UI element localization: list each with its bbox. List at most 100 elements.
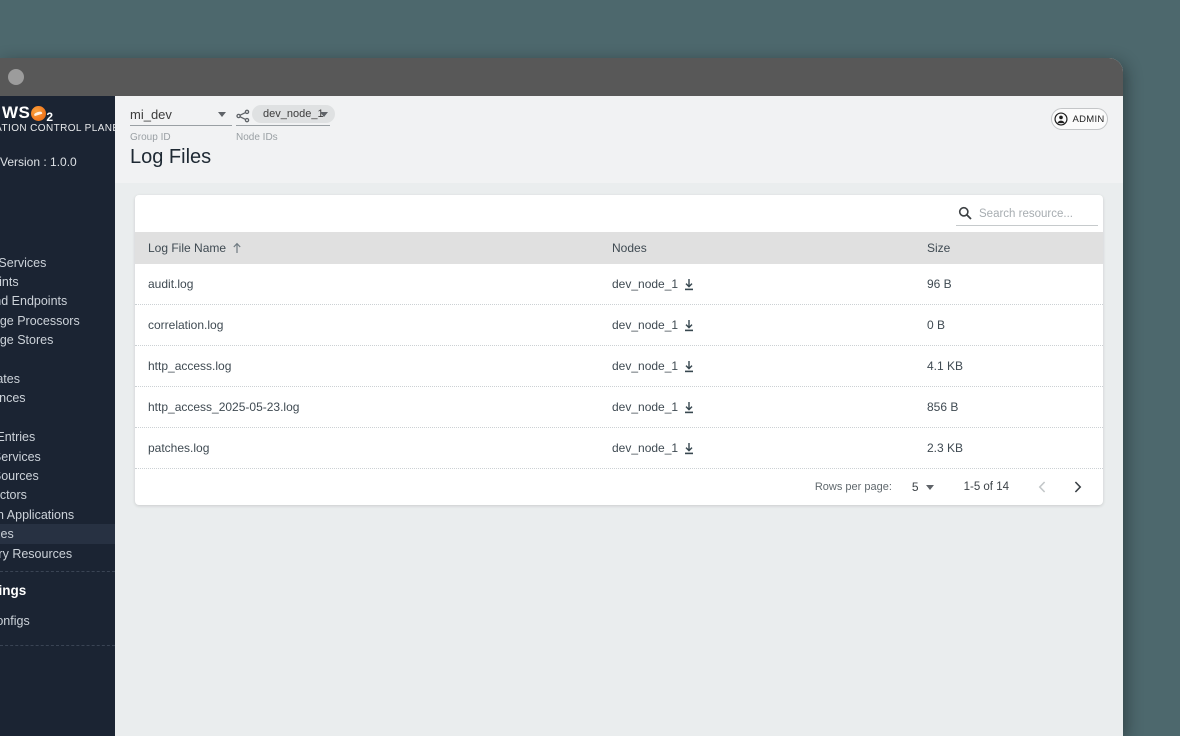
rows-per-page-label: Rows per page:	[814, 481, 892, 493]
previous-page-button[interactable]	[1035, 479, 1049, 495]
size-cell: 96 B	[927, 277, 952, 291]
sidebar-item-message-processors[interactable]: Message Processors	[0, 311, 115, 330]
sidebar-item-label: Data Services	[0, 449, 41, 464]
chevron-right-icon	[1074, 481, 1082, 493]
sidebar: WS 2 INTEGRATION CONTROL PLANE Version :…	[0, 96, 115, 736]
column-header-log-file-name[interactable]: Log File Name	[148, 241, 612, 255]
download-icon[interactable]	[683, 319, 695, 332]
size-cell: 2.3 KB	[927, 441, 964, 455]
sidebar-item-local-entries[interactable]: Local Entries	[0, 428, 115, 447]
nodes-cell: dev_node_1	[612, 441, 927, 455]
nodes-cell: dev_node_1	[612, 277, 927, 291]
table-pagination: Rows per page: 5 1-5 of 14	[135, 469, 1103, 505]
sidebar-item-proxy-services[interactable]: Proxy Services	[0, 253, 115, 272]
download-icon[interactable]	[683, 360, 695, 373]
size-cell: 4.1 KB	[927, 359, 964, 373]
nodes-cell: dev_node_1	[612, 359, 927, 373]
search-input[interactable]	[979, 207, 1098, 220]
settings-header-label: Settings	[0, 583, 27, 598]
chevron-left-icon	[1038, 481, 1046, 493]
logo-text: WS	[2, 103, 31, 122]
sidebar-item-connectors[interactable]: Connectors	[0, 486, 115, 505]
sidebar-item-registry-resources[interactable]: Registry Resources	[0, 544, 115, 563]
sidebar-item-label: Data Sources	[0, 468, 39, 483]
window-control-button[interactable]	[8, 69, 24, 85]
search-field	[956, 202, 1098, 226]
sidebar-item-log-files[interactable]: Log Files	[0, 524, 115, 544]
version-label: Version : 1.0.0	[0, 155, 77, 169]
node-ids-label: Node IDs	[236, 132, 278, 143]
sidebar-item-data-sources[interactable]: Data Sources	[0, 466, 115, 485]
sidebar-item-apis[interactable]: APIs	[0, 350, 115, 369]
admin-user-button[interactable]: ADMIN	[1051, 108, 1108, 130]
column-header-nodes: Nodes	[612, 241, 647, 255]
sidebar-item-label: Proxy Services	[0, 255, 47, 270]
rows-per-page-value: 5	[911, 480, 919, 494]
sidebar-divider-bottom	[0, 645, 115, 646]
sidebar-item-label: Carbon Applications	[0, 507, 75, 522]
sidebar-item-label: Connectors	[0, 488, 27, 503]
sidebar-item-label: Endpoints	[0, 275, 19, 290]
sidebar-item-label: Templates	[0, 372, 20, 387]
node-name: dev_node_1	[612, 359, 679, 373]
table-row[interactable]: correlation.log dev_node_1 0 B	[135, 305, 1103, 346]
nodes-cell: dev_node_1	[612, 400, 927, 414]
size-cell: 0 B	[927, 318, 946, 332]
node-name: dev_node_1	[612, 318, 679, 332]
node-ids-underline	[236, 125, 330, 126]
sidebar-section-settings: Settings	[0, 582, 115, 600]
nodes-cell: dev_node_1	[612, 318, 927, 332]
next-page-button[interactable]	[1071, 479, 1085, 495]
download-icon[interactable]	[683, 278, 695, 291]
log-file-name-cell: http_access.log	[148, 359, 232, 373]
node-ids-caret-icon	[320, 112, 328, 117]
sidebar-menu: Proxy Services Endpoints Inbound Endpoints…	[0, 253, 115, 563]
node-name: dev_node_1	[612, 277, 679, 291]
table-row[interactable]: http_access.log dev_node_1 4.1 KB	[135, 346, 1103, 387]
app-window: WS 2 INTEGRATION CONTROL PLANE Version :…	[0, 58, 1123, 736]
sidebar-divider	[0, 571, 115, 572]
sidebar-item-log-configs[interactable]: Log Configs	[0, 611, 115, 630]
table-row[interactable]: audit.log dev_node_1 96 B	[135, 264, 1103, 305]
log-file-name-header-label: Log File Name	[148, 241, 227, 255]
group-id-caret-icon	[218, 112, 226, 117]
group-id-underline	[130, 125, 232, 126]
pagination-range: 1-5 of 14	[963, 481, 1009, 493]
node-name: dev_node_1	[612, 400, 679, 414]
download-icon[interactable]	[683, 401, 695, 414]
log-file-name-cell: http_access_2025-05-23.log	[148, 400, 300, 414]
sidebar-item-label: Message Stores	[0, 333, 54, 348]
sidebar-item-label: Log Files	[0, 527, 14, 542]
log-file-name-cell: correlation.log	[148, 318, 224, 332]
sidebar-item-templates[interactable]: Templates	[0, 369, 115, 388]
group-id-label: Group ID	[130, 132, 171, 143]
table-row[interactable]: http_access_2025-05-23.log dev_node_1 85…	[135, 387, 1103, 428]
sidebar-item-message-stores[interactable]: Message Stores	[0, 331, 115, 350]
content-area: mi_dev Group ID dev_node_1 Node IDs ADMI…	[115, 96, 1123, 736]
sidebar-item-endpoints[interactable]: Endpoints	[0, 272, 115, 291]
rows-per-page-caret-icon	[925, 484, 934, 490]
sidebar-item-data-services[interactable]: Data Services	[0, 447, 115, 466]
log-file-name-cell: patches.log	[148, 441, 210, 455]
group-id-select[interactable]: mi_dev	[130, 107, 172, 122]
product-name: INTEGRATION CONTROL PLANE	[0, 123, 115, 134]
admin-label: ADMIN	[1072, 113, 1105, 125]
node-name: dev_node_1	[612, 441, 679, 455]
download-icon[interactable]	[683, 442, 695, 455]
table-header-row: Log File Name Nodes Size	[135, 232, 1103, 264]
rows-per-page-select[interactable]: 5	[912, 480, 934, 494]
sidebar-item-label: Local Entries	[0, 430, 36, 445]
wso2-logo: WS 2	[2, 101, 53, 123]
sidebar-item-tasks[interactable]: Tasks	[0, 408, 115, 427]
window-titlebar	[0, 58, 1123, 96]
person-icon	[1054, 112, 1069, 126]
sidebar-item-label: Log Configs	[0, 613, 30, 628]
sidebar-item-inbound-endpoints[interactable]: Inbound Endpoints	[0, 292, 115, 311]
sidebar-item-sequences[interactable]: Sequences	[0, 389, 115, 408]
size-cell: 856 B	[927, 400, 959, 414]
sidebar-item-carbon-applications[interactable]: Carbon Applications	[0, 505, 115, 524]
table-row[interactable]: patches.log dev_node_1 2.3 KB	[135, 428, 1103, 469]
page-title: Log Files	[130, 146, 212, 168]
search-icon	[958, 206, 972, 220]
log-files-card: Log File Name Nodes Size audit.log dev_n…	[135, 195, 1103, 505]
